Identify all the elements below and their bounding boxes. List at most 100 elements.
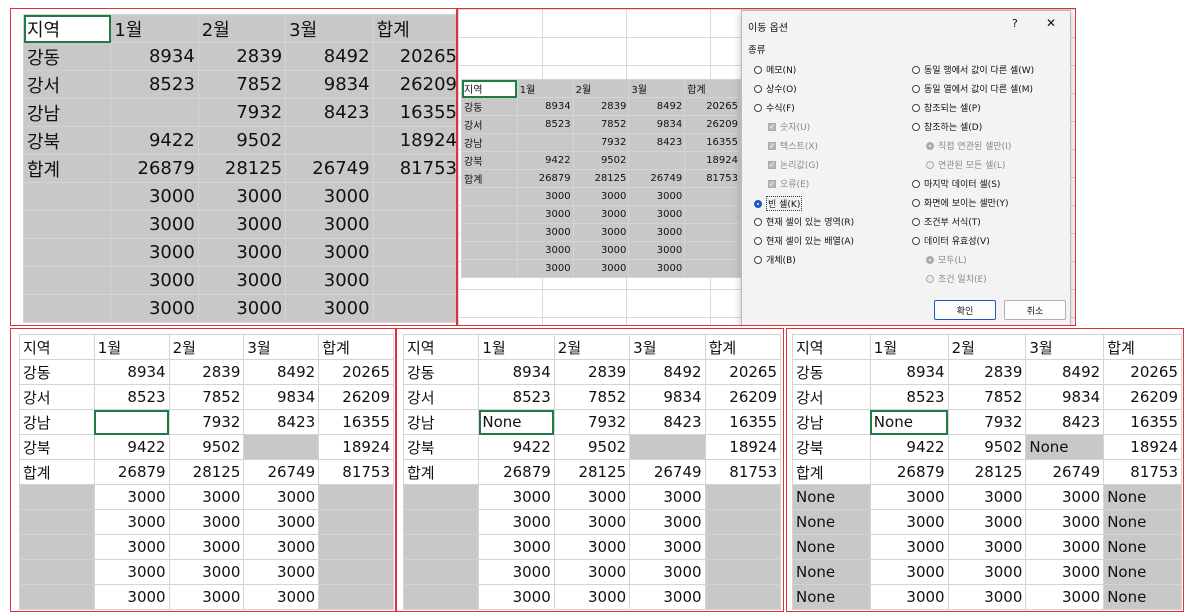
row-label-cell[interactable]: 강동 <box>22 42 112 71</box>
value-cell[interactable]: 16355 <box>372 98 456 127</box>
value-cell[interactable]: 28125 <box>553 459 631 485</box>
value-cell[interactable]: 3000 <box>1025 534 1105 560</box>
header-cell[interactable]: 지역 <box>461 79 518 98</box>
row-label-cell[interactable]: 합계 <box>792 459 871 485</box>
option-right-7[interactable]: 화면에 보이는 셀만(Y) <box>912 196 1008 209</box>
header-cell[interactable]: 3월 <box>1025 334 1105 360</box>
value-cell[interactable]: 28125 <box>197 154 287 183</box>
value-cell[interactable]: 9834 <box>628 115 686 134</box>
value-cell[interactable]: 3000 <box>629 534 706 560</box>
row-label-cell[interactable] <box>22 210 112 239</box>
value-cell[interactable]: 2839 <box>572 97 630 116</box>
value-cell[interactable] <box>704 509 782 535</box>
value-cell[interactable]: 3000 <box>629 559 706 585</box>
row-label-cell[interactable]: 강동 <box>461 97 518 116</box>
value-cell[interactable]: 9502 <box>572 151 630 170</box>
option-left-3[interactable]: ✓ 숫자(U) <box>768 120 810 133</box>
value-cell[interactable]: 3000 <box>110 238 199 267</box>
header-cell[interactable]: 합계 <box>372 14 456 43</box>
option-left-2[interactable]: 수식(F) <box>754 101 795 114</box>
row-label-cell[interactable] <box>461 241 518 260</box>
header-cell[interactable]: 1월 <box>516 79 574 98</box>
row-label-cell[interactable] <box>461 259 518 278</box>
value-cell[interactable]: None <box>478 409 555 435</box>
value-cell[interactable] <box>318 534 394 560</box>
value-cell[interactable] <box>684 187 741 206</box>
value-cell[interactable] <box>372 210 456 239</box>
value-cell[interactable]: 3000 <box>197 294 287 323</box>
option-right-6[interactable]: 마지막 데이터 셀(S) <box>912 177 1000 190</box>
value-cell[interactable]: 3000 <box>628 187 686 206</box>
row-label-cell[interactable] <box>402 584 480 610</box>
option-right-3[interactable]: 참조하는 셀(D) <box>912 120 982 133</box>
value-cell[interactable]: 28125 <box>572 169 630 188</box>
value-cell[interactable] <box>704 559 782 585</box>
value-cell[interactable]: 8934 <box>869 359 949 385</box>
row-label-cell[interactable] <box>22 238 112 267</box>
value-cell[interactable]: 8492 <box>628 97 686 116</box>
row-label-cell[interactable]: 합계 <box>461 169 518 188</box>
value-cell[interactable]: 3000 <box>572 223 630 242</box>
row-label-cell[interactable] <box>402 559 480 585</box>
option-left-6[interactable]: ✓ 오류(E) <box>768 177 809 190</box>
value-cell[interactable]: 3000 <box>869 484 949 510</box>
row-label-cell[interactable] <box>461 223 518 242</box>
value-cell[interactable]: 8934 <box>93 359 170 385</box>
value-cell[interactable]: 3000 <box>629 509 706 535</box>
header-cell[interactable]: 지역 <box>402 334 480 360</box>
row-label-cell[interactable]: 강북 <box>402 434 480 460</box>
value-cell[interactable]: 8934 <box>516 97 574 116</box>
value-cell[interactable]: 3000 <box>572 259 630 278</box>
value-cell[interactable]: 3000 <box>478 559 555 585</box>
value-cell[interactable] <box>684 241 741 260</box>
value-cell[interactable]: 3000 <box>197 266 287 295</box>
value-cell[interactable]: 3000 <box>947 559 1027 585</box>
value-cell[interactable]: 3000 <box>243 559 320 585</box>
value-cell[interactable]: 3000 <box>243 484 320 510</box>
value-cell[interactable]: 9502 <box>168 434 245 460</box>
value-cell[interactable]: 26749 <box>629 459 706 485</box>
value-cell[interactable]: 3000 <box>110 266 199 295</box>
value-cell[interactable]: 3000 <box>197 210 287 239</box>
value-cell[interactable] <box>110 98 199 127</box>
value-cell[interactable]: 3000 <box>243 584 320 610</box>
value-cell[interactable]: None <box>1103 559 1182 585</box>
value-cell[interactable]: 3000 <box>168 584 245 610</box>
value-cell[interactable] <box>93 409 170 435</box>
header-cell[interactable]: 3월 <box>285 14 374 43</box>
value-cell[interactable]: 3000 <box>628 205 686 224</box>
value-cell[interactable]: 81753 <box>704 459 782 485</box>
value-cell[interactable]: 7932 <box>168 409 245 435</box>
value-cell[interactable]: 3000 <box>628 241 686 260</box>
value-cell[interactable]: 3000 <box>572 205 630 224</box>
option-right-10[interactable]: 모두(L) <box>926 253 967 266</box>
value-cell[interactable]: 3000 <box>947 584 1027 610</box>
row-label-cell[interactable]: None <box>792 584 871 610</box>
value-cell[interactable] <box>704 584 782 610</box>
value-cell[interactable] <box>372 294 456 323</box>
row-label-cell[interactable]: 합계 <box>402 459 480 485</box>
value-cell[interactable]: 3000 <box>628 259 686 278</box>
value-cell[interactable]: 9502 <box>197 126 287 155</box>
header-cell[interactable]: 합계 <box>704 334 782 360</box>
value-cell[interactable]: None <box>1025 434 1105 460</box>
value-cell[interactable]: 3000 <box>553 534 631 560</box>
value-cell[interactable]: 3000 <box>110 210 199 239</box>
value-cell[interactable] <box>285 126 374 155</box>
value-cell[interactable]: 3000 <box>516 223 574 242</box>
help-button[interactable]: ? <box>1012 17 1018 30</box>
value-cell[interactable]: 3000 <box>1025 559 1105 585</box>
option-left-8[interactable]: 현재 셀이 있는 영역(R) <box>754 215 854 228</box>
value-cell[interactable]: 20265 <box>684 97 741 116</box>
value-cell[interactable]: 3000 <box>629 584 706 610</box>
row-label-cell[interactable] <box>19 584 95 610</box>
value-cell[interactable]: 3000 <box>553 559 631 585</box>
value-cell[interactable]: 26749 <box>243 459 320 485</box>
value-cell[interactable]: 8523 <box>869 384 949 410</box>
value-cell[interactable]: 7932 <box>553 409 631 435</box>
option-right-0[interactable]: 동일 행에서 값이 다른 셀(W) <box>912 63 1034 76</box>
header-cell[interactable]: 지역 <box>22 14 112 43</box>
value-cell[interactable]: 3000 <box>478 509 555 535</box>
row-label-cell[interactable]: 강동 <box>792 359 871 385</box>
header-cell[interactable]: 합계 <box>684 79 741 98</box>
